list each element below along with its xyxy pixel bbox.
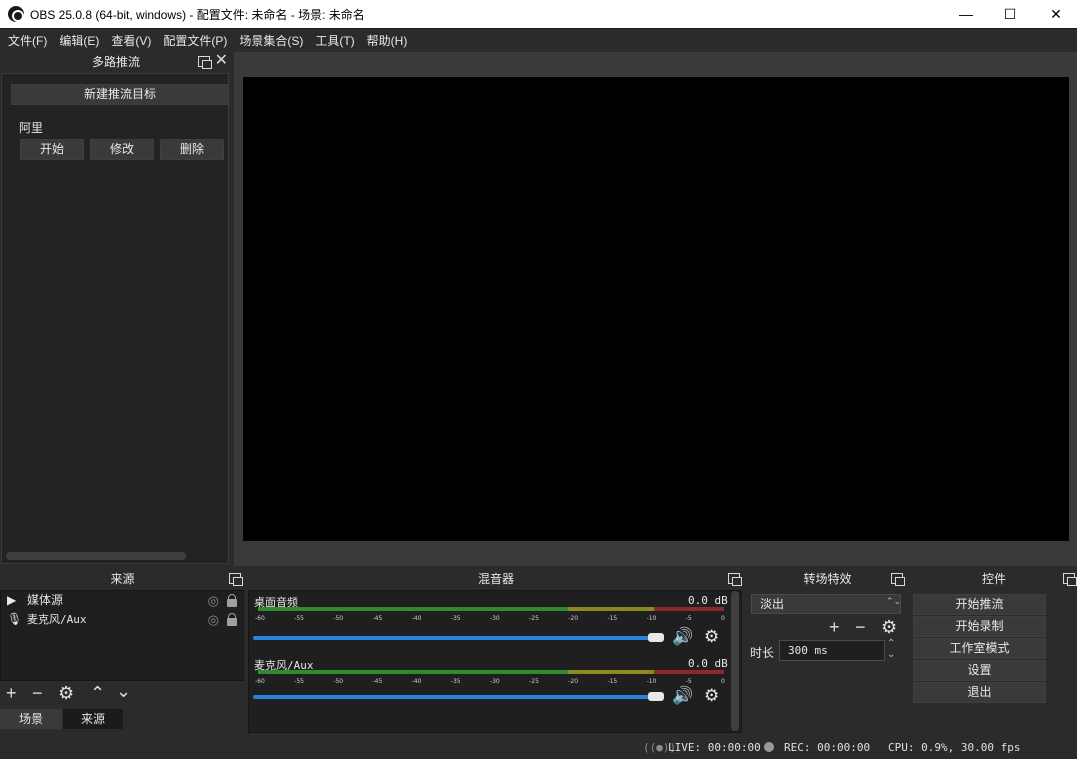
lock-icon[interactable] <box>227 594 237 607</box>
horizontal-scrollbar[interactable] <box>6 552 186 560</box>
source-item-media[interactable]: ▶ 媒体源 ◎ <box>1 591 243 610</box>
volume-meter <box>258 607 724 611</box>
source-item-mic[interactable]: 🎙 麦克风/Aux ◎ <box>1 610 243 629</box>
source-label: 麦克风/Aux <box>27 613 87 626</box>
window-title: OBS 25.0.8 (64-bit, windows) - 配置文件: 未命名… <box>30 7 365 22</box>
exit-button[interactable]: 退出 <box>913 682 1046 703</box>
rec-timer: REC: 00:00:00 <box>784 741 871 754</box>
play-icon: ▶ <box>7 593 17 607</box>
source-properties-gear-icon[interactable]: ⚙ <box>58 684 74 702</box>
mixer-body <box>248 590 742 733</box>
live-timer: LIVE: 00:00:00 <box>668 741 761 754</box>
remove-source-icon[interactable]: − <box>32 684 43 702</box>
float-dock-icon[interactable] <box>1063 573 1077 586</box>
spin-up-icon[interactable]: ⌃ <box>887 639 895 649</box>
controls-title: 控件 <box>911 569 1077 589</box>
new-stream-target-button[interactable]: 新建推流目标 <box>11 84 229 105</box>
float-dock-icon[interactable] <box>891 573 905 586</box>
menu-edit[interactable]: 编辑(E) <box>53 32 105 49</box>
add-transition-icon[interactable]: + <box>829 618 840 636</box>
start-recording-button[interactable]: 开始录制 <box>913 616 1046 637</box>
float-dock-icon[interactable] <box>728 573 742 586</box>
source-label: 媒体源 <box>27 593 64 607</box>
add-source-icon[interactable]: + <box>6 684 17 702</box>
channel-settings-gear-icon[interactable]: ⚙ <box>704 686 719 706</box>
transitions-title: 转场特效 <box>747 569 908 589</box>
close-button[interactable]: ✕ <box>1033 0 1077 28</box>
float-dock-icon[interactable] <box>229 573 243 586</box>
minimize-button[interactable]: — <box>943 0 989 28</box>
volume-fader-handle[interactable] <box>648 692 664 701</box>
microphone-icon: 🎙 <box>7 612 23 626</box>
channel-db: 0.0 dB <box>688 657 728 670</box>
stream-target-name: 阿里 <box>19 121 44 135</box>
controls-panel: 控件 开始推流 开始录制 工作室模式 设置 退出 <box>911 569 1077 735</box>
start-streaming-button[interactable]: 开始推流 <box>913 594 1046 615</box>
obs-logo-icon <box>8 6 24 22</box>
cpu-fps-status: CPU: 0.9%, 30.00 fps <box>888 741 1021 754</box>
mixer-panel: 混音器 桌面音频 0.0 dB -60 -55 -50 -45 -40 -35 -30 -25… <box>248 569 744 735</box>
remove-transition-icon[interactable]: − <box>855 618 866 636</box>
duration-input[interactable]: 300 ms <box>779 640 885 661</box>
transition-select[interactable]: 淡出 <box>751 594 901 614</box>
settings-button[interactable]: 设置 <box>913 660 1046 681</box>
transition-properties-gear-icon[interactable]: ⚙ <box>881 618 897 636</box>
menu-profile[interactable]: 配置文件(P) <box>157 32 233 49</box>
move-up-icon[interactable]: ⌃ <box>90 684 105 702</box>
speaker-icon[interactable]: 🔊 <box>672 686 693 706</box>
multistream-panel: 多路推流 ✕ 新建推流目标 阿里 开始 修改 删除 <box>0 52 232 566</box>
meter-ticks: -60 -55 -50 -45 -40 -35 -30 -25 -20 -15 -10 -5 0 <box>255 615 725 622</box>
channel-settings-gear-icon[interactable]: ⚙ <box>704 627 719 647</box>
menu-view[interactable]: 查看(V) <box>105 32 157 49</box>
menu-bar: 文件(F) 编辑(E) 查看(V) 配置文件(P) 场景集合(S) 工具(T) … <box>0 28 1077 52</box>
maximize-button[interactable]: ☐ <box>987 0 1033 28</box>
tab-scenes[interactable]: 场景 <box>0 709 62 729</box>
chevron-updown-icon: ⌃⌄ <box>886 596 902 606</box>
volume-fader[interactable] <box>253 636 659 640</box>
delete-target-button[interactable]: 删除 <box>160 139 224 160</box>
title-bar: OBS 25.0.8 (64-bit, windows) - 配置文件: 未命名… <box>0 0 1077 28</box>
preview-canvas[interactable] <box>243 77 1069 541</box>
mixer-scrollbar[interactable] <box>731 591 739 731</box>
channel-db: 0.0 dB <box>688 594 728 607</box>
float-dock-icon[interactable] <box>198 56 212 69</box>
menu-help[interactable]: 帮助(H) <box>361 32 414 49</box>
volume-fader[interactable] <box>253 695 659 699</box>
studio-mode-button[interactable]: 工作室模式 <box>913 638 1046 659</box>
sources-list: ▶ 媒体源 ◎ 🎙 麦克风/Aux ◎ <box>0 590 244 681</box>
menu-scene-collection[interactable]: 场景集合(S) <box>233 32 309 49</box>
start-target-button[interactable]: 开始 <box>20 139 84 160</box>
tab-sources[interactable]: 来源 <box>63 709 123 729</box>
spin-down-icon[interactable]: ⌄ <box>887 650 895 660</box>
visibility-icon[interactable]: ◎ <box>208 610 219 629</box>
close-dock-icon[interactable]: ✕ <box>215 53 228 69</box>
lock-icon[interactable] <box>227 613 237 626</box>
move-down-icon[interactable]: ⌄ <box>116 682 131 700</box>
sources-panel: 来源 ▶ 媒体源 ◎ 🎙 麦克风/Aux ◎ + − ⚙ ⌃ ⌄ <box>0 569 245 709</box>
mixer-title: 混音器 <box>248 569 744 589</box>
edit-target-button[interactable]: 修改 <box>90 139 154 160</box>
volume-fader-handle[interactable] <box>648 633 664 642</box>
menu-tools[interactable]: 工具(T) <box>309 32 360 49</box>
sources-title: 来源 <box>0 569 245 589</box>
meter-ticks: -60 -55 -50 -45 -40 -35 -30 -25 -20 -15 -10 -5 0 <box>255 678 725 685</box>
speaker-icon[interactable]: 🔊 <box>672 627 693 647</box>
multistream-body: 新建推流目标 阿里 开始 修改 删除 <box>1 73 229 564</box>
record-indicator-icon <box>764 742 774 752</box>
volume-meter <box>258 670 724 674</box>
duration-label: 时长 <box>750 646 775 660</box>
visibility-icon[interactable]: ◎ <box>208 591 219 610</box>
transitions-panel: 转场特效 淡出 ⌃⌄ + − ⚙ 时长 300 ms ⌃ ⌄ <box>747 569 908 735</box>
menu-file[interactable]: 文件(F) <box>2 32 53 49</box>
